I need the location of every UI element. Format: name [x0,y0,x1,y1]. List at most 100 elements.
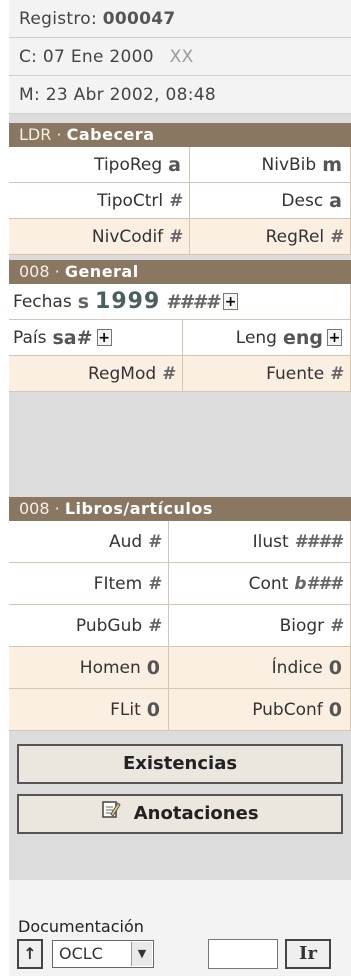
nivbib-value: m [322,153,342,176]
fitem-value: # [148,573,160,594]
anotaciones-label: Anotaciones [133,803,259,824]
tipoctrl-value: # [169,190,181,211]
pubgub-label: PubGub [75,615,143,636]
created-label: C: [19,47,38,67]
ldr-row: TipoReg a NivBib m [9,147,351,183]
created-value: 07 Ene 2000 [42,47,154,67]
pais-plus-button[interactable]: + [96,329,112,346]
libros-row: PubGub # Biogr # [9,605,351,647]
up-arrow-button[interactable]: ↑ [17,939,43,969]
flit-label: FLit [110,699,141,720]
registro-label: Registro: [19,9,97,29]
libros-row: FLit 0 PubConf 0 [9,689,351,731]
libros-title: Libros/artículos [64,499,213,518]
libros-row: Aud # Ilust #### [9,521,351,563]
modified-row: M: 23 Abr 2002, 08:48 [9,76,351,114]
homen-label: Homen [79,657,141,678]
homen-field[interactable]: Homen 0 [9,647,169,689]
doc-search-input[interactable] [208,939,278,969]
regrel-label: RegRel [265,226,325,247]
created-row: C: 07 Ene 2000 XX [9,38,351,76]
libros-section-header: 008 · Libros/artículos [9,497,351,521]
pubgub-field[interactable]: PubGub # [9,605,169,647]
pubconf-field[interactable]: PubConf 0 [169,689,351,731]
anotaciones-button[interactable]: Anotaciones [17,794,343,834]
leng-value: eng [282,326,323,349]
flit-value: 0 [146,698,160,721]
regmod-field[interactable]: RegMod # [9,356,183,392]
aud-value: # [148,531,160,552]
fechas-field[interactable]: Fechas s 1999 #### + [9,284,351,320]
source-select[interactable]: OCLC ▼ [52,940,154,968]
tiporeg-field[interactable]: TipoReg a [9,147,190,183]
modified-value: 23 Abr 2002, 08:48 [45,85,217,105]
nivcodif-field[interactable]: NivCodif # [9,219,190,255]
biogr-label: Biogr [279,615,325,636]
ldr-section-header: LDR · Cabecera [9,123,351,147]
desc-label: Desc [281,190,324,211]
pubgub-value: # [148,615,160,636]
tiporeg-label: TipoReg [94,154,163,175]
registro-value: 000047 [102,9,176,29]
regmod-label: RegMod [87,363,157,384]
pais-field[interactable]: País sa# + [9,320,183,356]
desc-value: a [329,189,342,212]
fechas-date1: 1999 [95,289,161,314]
tiporeg-value: a [168,153,181,176]
leng-plus-button[interactable]: + [327,329,342,346]
ldr-prefix: LDR · [19,125,62,144]
regrel-field[interactable]: RegRel # [190,219,351,255]
tipoctrl-field[interactable]: TipoCtrl # [9,183,190,219]
tipoctrl-label: TipoCtrl [97,190,164,211]
general-section-header: 008 · General [9,260,351,284]
indice-field[interactable]: Índice 0 [169,647,351,689]
fuente-field[interactable]: Fuente # [183,356,351,392]
pais-leng-row: País sa# + Leng eng + [9,320,351,356]
go-button[interactable]: Ir [285,939,331,969]
fechas-row: Fechas s 1999 #### + [9,284,351,320]
general-title: General [64,262,139,281]
modified-label: M: [19,85,40,105]
fechas-plus-button[interactable]: + [223,293,239,310]
biogr-field[interactable]: Biogr # [169,605,351,647]
existencias-label: Existencias [122,753,238,774]
nivcodif-value: # [169,226,181,247]
desc-field[interactable]: Desc a [190,183,351,219]
aud-label: Aud [108,531,143,552]
regmod-value: # [162,363,174,384]
indice-label: Índice [271,657,323,678]
cont-field[interactable]: Cont b### [169,563,351,605]
source-select-value: OCLC [59,944,103,963]
fechas-label: Fechas [13,291,72,312]
pubconf-label: PubConf [252,699,323,720]
edit-note-icon [101,796,122,832]
biogr-value: # [330,615,342,636]
nivbib-label: NivBib [261,154,317,175]
leng-field[interactable]: Leng eng + [183,320,351,356]
cont-label: Cont [248,573,289,594]
regrel-value: # [330,226,342,247]
chevron-down-icon[interactable]: ▼ [131,942,152,966]
created-extra: XX [169,47,194,67]
registro-row: Registro: 000047 [9,0,351,38]
pubconf-value: 0 [328,698,342,721]
indice-value: 0 [328,656,342,679]
fuente-label: Fuente [266,363,325,384]
cont-value: b### [294,573,342,594]
ilust-field[interactable]: Ilust #### [169,521,351,563]
documentacion-text: Documentación [18,917,144,936]
ilust-value: #### [294,531,342,552]
go-label: Ir [299,943,317,964]
aud-field[interactable]: Aud # [9,521,169,563]
existencias-button[interactable]: Existencias [17,744,343,784]
ldr-row: NivCodif # RegRel # [9,219,351,255]
homen-value: 0 [146,656,160,679]
fitem-field[interactable]: FItem # [9,563,169,605]
leng-label: Leng [235,327,277,348]
nivcodif-label: NivCodif [91,226,164,247]
general-prefix: 008 · [19,262,60,281]
nivbib-field[interactable]: NivBib m [190,147,351,183]
fitem-label: FItem [93,573,143,594]
flit-field[interactable]: FLit 0 [9,689,169,731]
libros-row: Homen 0 Índice 0 [9,647,351,689]
